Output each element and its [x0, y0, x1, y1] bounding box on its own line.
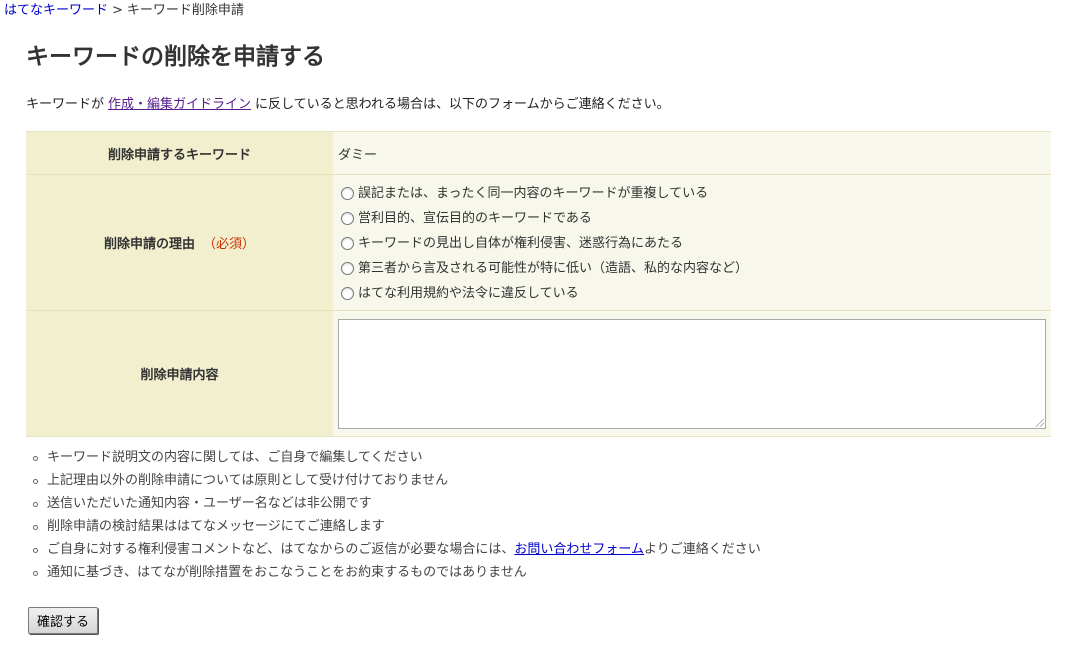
note-text-before: ご自身に対する権利侵害コメントなど、はてなからのご返信が必要な場合には、	[47, 542, 515, 557]
radio-button[interactable]	[341, 237, 354, 250]
content-label: 削除申請内容	[26, 310, 333, 437]
contact-form-link[interactable]: お問い合わせフォーム	[514, 541, 644, 559]
resize-grip-icon[interactable]	[1036, 418, 1044, 427]
intro-after: に反していると思われる場合は、以下のフォームからご連絡ください。	[255, 97, 670, 112]
reason-label-cell: 削除申請の理由 （必須）	[26, 174, 333, 311]
guideline-link[interactable]: 作成・編集ガイドライン	[108, 97, 251, 112]
intro-text: キーワードが 作成・編集ガイドライン に反していると思われる場合は、以下のフォームか…	[26, 96, 670, 114]
radio-button[interactable]	[341, 212, 354, 225]
radio-button[interactable]	[341, 262, 354, 275]
bullet-icon	[33, 571, 38, 576]
confirm-button[interactable]: 確認する	[28, 607, 98, 634]
notes-list: キーワード説明文の内容に関しては、ご自身で編集してください 上記理由以外の削除申…	[33, 449, 761, 587]
reason-option-violation[interactable]: はてな利用規約や法令に違反している	[338, 281, 1051, 306]
reason-option-label: 誤記または、まったく同一内容のキーワードが重複している	[358, 186, 709, 201]
page-title: キーワードの削除を申請する	[26, 44, 325, 70]
breadcrumb-current: キーワード削除申請	[126, 3, 244, 18]
content-cell	[333, 310, 1051, 437]
reason-options: 誤記または、まったく同一内容のキーワードが重複している 営利目的、宣伝目的のキー…	[333, 174, 1051, 311]
note-text: 送信いただいた通知内容・ユーザー名などは非公開です	[47, 496, 372, 511]
note-item: 削除申請の検討結果ははてなメッセージにてご連絡します	[33, 518, 761, 541]
reason-option-infringement[interactable]: キーワードの見出し自体が権利侵害、迷惑行為にあたる	[338, 231, 1051, 256]
bullet-icon	[33, 525, 38, 530]
note-text-after: よりご連絡ください	[643, 542, 761, 557]
content-textarea[interactable]	[338, 318, 1046, 429]
reason-label: 削除申請の理由	[103, 237, 195, 252]
required-marker: （必須）	[203, 237, 256, 252]
bullet-icon	[33, 479, 38, 484]
content-row: 削除申請内容	[26, 310, 1051, 437]
radio-button[interactable]	[341, 287, 354, 300]
bullet-icon	[33, 548, 38, 553]
keyword-label: 削除申請するキーワード	[26, 131, 333, 175]
note-item: キーワード説明文の内容に関しては、ご自身で編集してください	[33, 449, 761, 472]
reason-option-low-relevance[interactable]: 第三者から言及される可能性が特に低い（造語、私的な内容など）	[338, 256, 1051, 281]
note-text: 上記理由以外の削除申請については原則として受け付けておりません	[47, 473, 449, 488]
reason-option-label: 第三者から言及される可能性が特に低い（造語、私的な内容など）	[358, 261, 749, 276]
note-text: 削除申請の検討結果ははてなメッセージにてご連絡します	[47, 519, 385, 534]
note-item: 送信いただいた通知内容・ユーザー名などは非公開です	[33, 495, 761, 518]
reason-option-label: はてな利用規約や法令に違反している	[358, 286, 579, 301]
note-item: 上記理由以外の削除申請については原則として受け付けておりません	[33, 472, 761, 495]
reason-option-label: 営利目的、宣伝目的のキーワードである	[358, 211, 592, 226]
deletion-request-form: 削除申請するキーワード ダミー 削除申請の理由 （必須） 誤記または、まったく同一…	[26, 131, 1051, 437]
breadcrumb: はてなキーワード > キーワード削除申請	[4, 3, 244, 19]
note-item: ご自身に対する権利侵害コメントなど、はてなからのご返信が必要な場合には、 お問い合…	[33, 541, 761, 564]
radio-button[interactable]	[341, 187, 354, 200]
bullet-icon	[33, 456, 38, 461]
breadcrumb-home-link[interactable]: はてなキーワード	[4, 3, 108, 18]
reason-option-commercial[interactable]: 営利目的、宣伝目的のキーワードである	[338, 206, 1051, 231]
note-text: キーワード説明文の内容に関しては、ご自身で編集してください	[47, 450, 423, 465]
reason-row: 削除申請の理由 （必須） 誤記または、まったく同一内容のキーワードが重複している …	[26, 174, 1051, 311]
reason-option-label: キーワードの見出し自体が権利侵害、迷惑行為にあたる	[358, 236, 684, 251]
note-item: 通知に基づき、はてなが削除措置をおこなうことをお約束するものではありません	[33, 564, 761, 587]
note-text: 通知に基づき、はてなが削除措置をおこなうことをお約束するものではありません	[47, 565, 527, 580]
keyword-row: 削除申請するキーワード ダミー	[26, 131, 1051, 175]
bullet-icon	[33, 502, 38, 507]
breadcrumb-separator: >	[112, 3, 123, 18]
reason-option-duplicate[interactable]: 誤記または、まったく同一内容のキーワードが重複している	[338, 181, 1051, 206]
intro-before: キーワードが	[26, 97, 105, 112]
keyword-value: ダミー	[333, 131, 1051, 175]
